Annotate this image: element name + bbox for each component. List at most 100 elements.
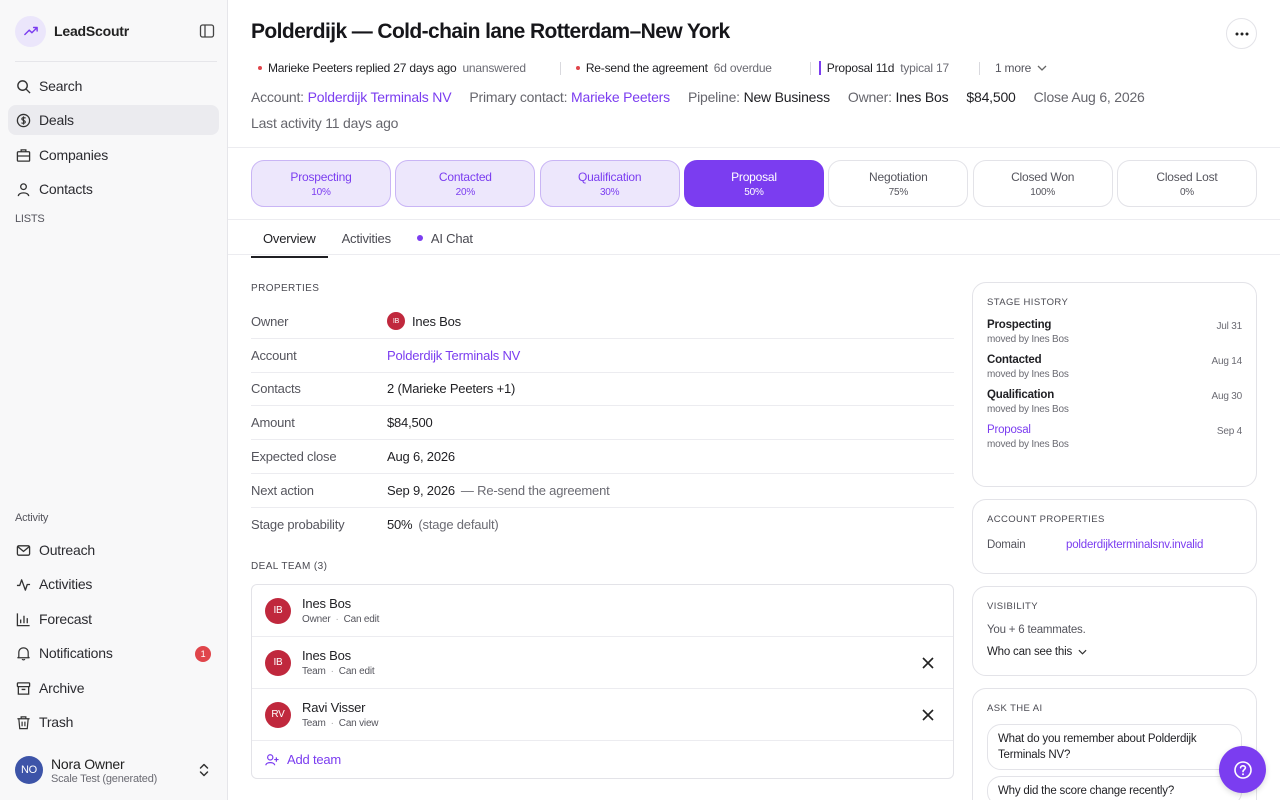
tab-ai-chat[interactable]: AI Chat [405, 220, 485, 256]
archive-icon [16, 681, 31, 695]
property-value[interactable]: 50% (stage default) [387, 517, 499, 532]
stage-name: Qualification [577, 169, 642, 184]
stage-closed-won[interactable]: Closed Won 100% [972, 160, 1113, 207]
history-stage-name: Prospecting [987, 319, 1052, 331]
dollar-icon [16, 113, 31, 127]
sidebar-toggle-icon[interactable] [199, 23, 215, 39]
user-menu[interactable]: NO Nora Owner Scale Test (generated) [15, 750, 215, 790]
stage-proposal[interactable]: Proposal 50% [683, 160, 824, 207]
account-property-link[interactable]: Polderdijk Terminals NV [387, 348, 520, 363]
alert-stage-duration[interactable]: Proposal 11d typical 17 [818, 61, 949, 75]
stage-closed-lost[interactable]: Closed Lost 0% [1116, 160, 1257, 207]
ai-indicator-dot [416, 235, 423, 241]
visibility-heading: VISIBILITY [987, 601, 1038, 612]
team-member-role: Team [302, 666, 326, 677]
owner-value: Ines Bos [895, 89, 949, 105]
sidebar-item-trash[interactable]: Trash [8, 707, 219, 737]
sidebar-item-deals[interactable]: Deals [8, 105, 219, 135]
sidebar-item-label: Search [39, 78, 83, 94]
sidebar-item-archive[interactable]: Archive [8, 673, 219, 703]
lists-section-label: LISTS [15, 213, 45, 225]
stage-duration-bar [818, 61, 821, 75]
alert-divider [559, 61, 561, 75]
next-action-text: — Re-send the agreement [460, 482, 610, 498]
property-row: Owner IB Ines Bos [251, 305, 954, 339]
stage-contacted[interactable]: Contacted 20% [395, 160, 536, 207]
sidebar: LeadScoutr Search Deals Companies Contac… [0, 0, 228, 800]
chevron-down-icon [1078, 649, 1087, 655]
alert-unanswered-reply[interactable]: Marieke Peeters replied 27 days ago unan… [251, 61, 526, 75]
stage-history-item: Contacted moved by Ines Bos Aug 14 [987, 354, 1242, 380]
history-date: Aug 14 [1211, 356, 1243, 367]
tab-overview[interactable]: Overview [251, 220, 328, 258]
property-value[interactable]: $84,500 [387, 415, 433, 430]
history-stage-name: Contacted [987, 354, 1042, 366]
visibility-card: VISIBILITY You + 6 teammates. Who can se… [972, 586, 1257, 676]
visibility-summary: You + 6 teammates. [987, 624, 1086, 636]
primary-contact-label: Primary contact: [469, 89, 568, 105]
brand[interactable]: LeadScoutr [15, 15, 215, 47]
help-button[interactable] [1219, 746, 1266, 793]
more-options-button[interactable] [1226, 18, 1257, 49]
ai-suggested-question[interactable]: Why did the score change recently? [987, 776, 1242, 800]
sidebar-item-companies[interactable]: Companies [8, 140, 219, 170]
stage-prospecting[interactable]: Prospecting 10% [251, 160, 391, 207]
more-alerts-toggle[interactable]: 1 more [995, 61, 1047, 75]
account-properties-card: ACCOUNT PROPERTIES Domain polderdijkterm… [972, 499, 1257, 574]
sidebar-item-label: Forecast [39, 611, 92, 627]
sidebar-item-forecast[interactable]: Forecast [8, 604, 219, 634]
property-value[interactable]: IB Ines Bos [387, 312, 461, 331]
sidebar-item-activities[interactable]: Activities [8, 569, 219, 599]
ask-ai-card: ASK THE AI What do you remember about Po… [972, 688, 1257, 800]
ask-ai-heading: ASK THE AI [987, 703, 1043, 714]
remove-member-button[interactable] [921, 708, 935, 722]
app-name: LeadScoutr [54, 23, 130, 39]
stage-probability: 50% [744, 186, 764, 198]
trash-icon [17, 715, 30, 729]
alert-status: 6d overdue [713, 61, 772, 75]
who-can-see-toggle[interactable]: Who can see this [987, 646, 1242, 658]
stage-qualification[interactable]: Qualification 30% [539, 160, 680, 207]
sidebar-item-contacts[interactable]: Contacts [8, 174, 219, 204]
deal-meta: Account: Polderdijk Terminals NV Primary… [251, 89, 1145, 105]
alert-status: typical 17 [900, 61, 949, 75]
person-icon [17, 182, 30, 196]
alert-text: Re-send the agreement [585, 61, 708, 75]
tab-activities[interactable]: Activities [330, 220, 403, 256]
history-stage-name: Proposal [987, 424, 1031, 436]
property-value[interactable]: Sep 9, 2026 — Re-send the agreement [387, 483, 610, 498]
last-activity: Last activity 11 days ago [251, 115, 399, 131]
stage-negotiation[interactable]: Negotiation 75% [828, 160, 969, 207]
avatar: RV [265, 701, 291, 728]
alert-divider [978, 61, 980, 75]
domain-link[interactable]: polderdijkterminalsnv.invalid [1066, 539, 1203, 551]
stage-history-item: Prospecting moved by Ines Bos Jul 31 [987, 319, 1242, 345]
team-member-name: Ravi Visser [302, 700, 366, 715]
alert-overdue-action[interactable]: Re-send the agreement 6d overdue [569, 61, 772, 75]
who-can-see-label: Who can see this [987, 646, 1073, 658]
property-value[interactable]: Aug 6, 2026 [387, 449, 455, 464]
sidebar-item-search[interactable]: Search [8, 71, 219, 101]
stage-probability: 30% [599, 186, 620, 198]
more-alerts-label: 1 more [994, 61, 1032, 75]
remove-member-button[interactable] [921, 656, 935, 670]
property-value[interactable]: 2 (Marieke Peeters +1) [387, 381, 515, 396]
account-link[interactable]: Polderdijk Terminals NV [308, 89, 452, 105]
pipeline-value: New Business [743, 89, 831, 105]
sidebar-divider [15, 61, 217, 62]
stage-probability: 20% [455, 186, 476, 198]
account-property-row: Domain polderdijkterminalsnv.invalid [987, 539, 1242, 551]
add-team-button[interactable]: Add team [252, 741, 953, 778]
primary-contact-link[interactable]: Marieke Peeters [571, 89, 670, 105]
page-title: Polderdijk — Cold-chain lane Rotterdam–N… [251, 20, 730, 43]
properties-heading: PROPERTIES [251, 283, 320, 294]
avatar: IB [265, 649, 291, 676]
tab-label: AI Chat [430, 230, 473, 246]
sidebar-item-outreach[interactable]: Outreach [8, 535, 219, 565]
stage-history-heading: STAGE HISTORY [987, 297, 1069, 308]
chevron-up-down-icon[interactable] [197, 762, 211, 778]
sidebar-item-notifications[interactable]: Notifications 1 [8, 638, 219, 668]
team-member-row: IB Ines Bos Team · Can edit [252, 637, 953, 689]
stage-name: Negotiation [869, 169, 928, 184]
ai-suggested-question[interactable]: What do you remember about Polderdijk Te… [987, 724, 1242, 770]
